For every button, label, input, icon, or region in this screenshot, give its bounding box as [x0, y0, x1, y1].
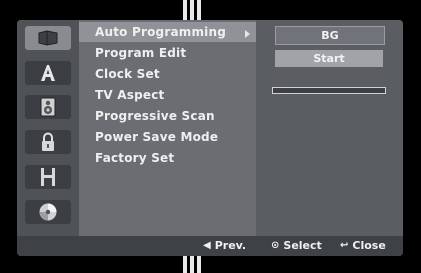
film-recording-icon	[41, 168, 55, 186]
disc-icon	[39, 203, 57, 221]
menu-item-power-save-mode[interactable]: Power Save Mode	[95, 127, 218, 147]
sidebar-item-disc[interactable]	[25, 200, 71, 224]
return-icon: ↩	[340, 240, 349, 251]
menu-item-clock-set[interactable]: Clock Set	[95, 64, 160, 84]
prev-label: Prev.	[214, 239, 247, 252]
language-a-icon	[41, 65, 55, 81]
setup-menu-list: Auto Programming Program Edit Clock Set …	[79, 20, 256, 236]
menu-item-program-edit[interactable]: Program Edit	[95, 43, 186, 63]
left-arrow-icon: ◀	[203, 240, 211, 251]
menu-item-tv-aspect[interactable]: TV Aspect	[95, 85, 164, 105]
sidebar-item-language[interactable]	[25, 61, 71, 85]
select-hint[interactable]: ⊙ Select	[271, 236, 322, 256]
speaker-audio-icon	[40, 97, 56, 117]
close-label: Close	[352, 239, 386, 252]
prev-hint[interactable]: ◀ Prev.	[203, 236, 246, 256]
category-sidebar	[17, 20, 79, 236]
menu-item-auto-programming[interactable]: Auto Programming	[95, 22, 226, 42]
disc-setup-icon	[38, 30, 58, 46]
menu-item-progressive-scan[interactable]: Progressive Scan	[95, 106, 215, 126]
scan-progress-bar	[272, 87, 386, 94]
tv-system-selector[interactable]: BG	[275, 26, 385, 45]
close-hint[interactable]: ↩ Close	[340, 236, 386, 256]
enter-button-icon: ⊙	[271, 240, 280, 251]
menu-item-factory-set[interactable]: Factory Set	[95, 148, 174, 168]
start-button[interactable]: Start	[275, 50, 383, 67]
padlock-icon	[42, 132, 54, 151]
setup-menu-panel: Auto Programming Program Edit Clock Set …	[17, 20, 403, 256]
sidebar-item-general[interactable]	[25, 26, 71, 50]
sidebar-item-audio[interactable]	[25, 95, 71, 119]
submenu-arrow-icon	[245, 30, 250, 38]
footer-bar: ◀ Prev. ⊙ Select ↩ Close	[17, 236, 403, 256]
options-panel: BG Start	[256, 20, 403, 236]
select-label: Select	[283, 239, 322, 252]
sidebar-item-recording[interactable]	[25, 165, 71, 189]
sidebar-item-lock[interactable]	[25, 130, 71, 154]
